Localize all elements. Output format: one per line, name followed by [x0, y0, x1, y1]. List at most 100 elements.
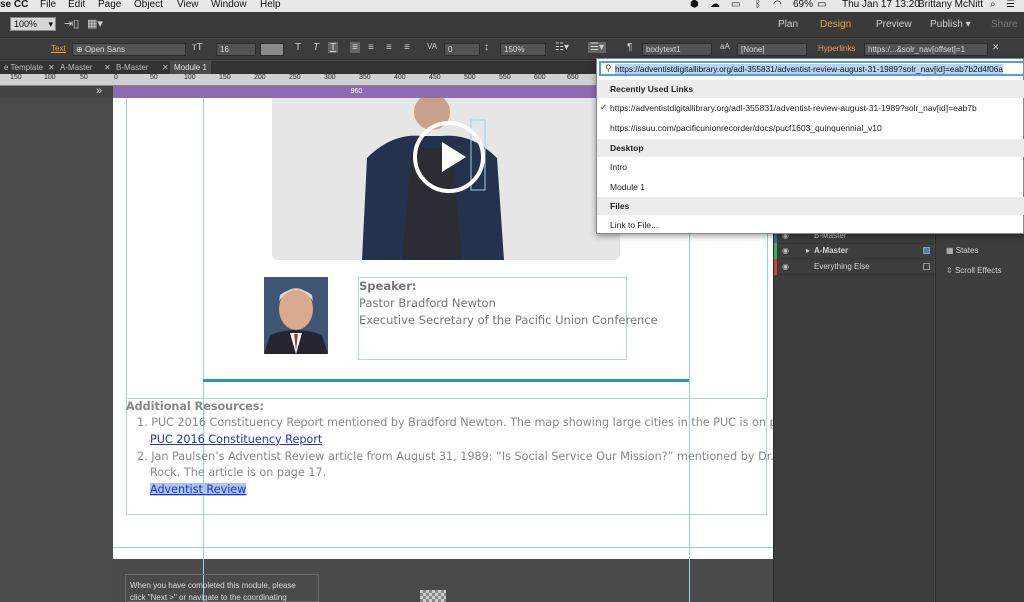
menu-object[interactable]: Object [134, 0, 163, 10]
footer-note-line-1: When you have completed this module, ple… [130, 581, 296, 590]
character-style-select[interactable]: [None] [737, 43, 807, 56]
layer-row-a-master[interactable]: ◉ ▸ A-Master [774, 243, 935, 259]
align-left-icon[interactable]: ≡ [350, 42, 360, 53]
tab-b-master[interactable]: B-Master [112, 61, 152, 74]
justify-icon[interactable]: ≡ [404, 42, 410, 53]
app-name[interactable]: se CC [0, 0, 28, 10]
italic-icon[interactable]: T [313, 42, 319, 53]
cloud-icon[interactable]: ☁ [710, 0, 720, 10]
system-menu-bar: se CC File Edit Page Object View Window … [0, 0, 1024, 12]
menu-view[interactable]: View [177, 0, 199, 10]
bluetooth-icon[interactable]: ᛒ [755, 0, 761, 10]
mode-design[interactable]: Design [820, 19, 851, 30]
desktop-link-intro[interactable]: Intro [610, 162, 627, 172]
ruler-tick: 350 [359, 74, 371, 81]
tab-template[interactable]: e Template [0, 61, 47, 74]
resource-link-1[interactable]: PUC 2016 Constituency Report [150, 433, 322, 446]
text-control-bar: Text ⊕ Open Sans ᴛT 16 T T T ≡ ≡ ≡ ≡ VA … [0, 39, 1024, 60]
font-family-select[interactable]: ⊕ Open Sans [72, 43, 186, 56]
menu-edit[interactable]: Edit [68, 0, 85, 10]
align-center-icon[interactable]: ≡ [368, 42, 374, 53]
checkmark-icon: ✓ [600, 102, 608, 112]
text-color-swatch[interactable] [260, 43, 284, 56]
double-chevron-icon[interactable]: » [96, 85, 102, 97]
user-name[interactable]: Brittany McNitt [918, 0, 983, 10]
clock[interactable]: Thu Jan 17 13:20 [842, 0, 920, 10]
battery-percent[interactable]: 69% [793, 0, 813, 10]
layer-row-everything-else[interactable]: ◉ Everything Else [774, 259, 935, 275]
bold-icon[interactable]: T [295, 42, 301, 53]
page-transfer-icon[interactable]: ⇥▯ [64, 17, 79, 30]
menu-file[interactable]: File [40, 0, 56, 10]
layer-target-box[interactable] [923, 247, 930, 254]
horizontal-ruler[interactable]: 150 100 50 0 50 100 150 200 250 300 350 … [0, 74, 600, 86]
leading-value: 150% [504, 45, 525, 54]
layer-target-box[interactable] [923, 263, 930, 270]
layers-panel: ◉ B-Master ◉ ▸ A-Master ◉ Everything Els… [773, 228, 935, 602]
layer-color [774, 243, 777, 259]
tab-a-master[interactable]: A-Master [56, 61, 96, 74]
airplay-icon[interactable]: ▭ [731, 0, 740, 10]
hyperlinks-label[interactable]: Hyperlinks [818, 44, 855, 53]
ruler-tick: 500 [464, 74, 476, 81]
expand-arrow-icon[interactable]: ▸ [806, 246, 810, 255]
tracking-field[interactable]: 0 [444, 43, 480, 56]
mode-publish[interactable]: Publish ▾ [930, 19, 971, 30]
scroll-effects-tab[interactable]: ⇳ Scroll Effects [946, 266, 1001, 275]
recent-link-2[interactable]: https://issuu.com/pacificunionrecorder/d… [610, 123, 882, 133]
hyperlink-select[interactable]: https:/...&solr_nav[offset]=1 [864, 43, 988, 56]
indent-icon[interactable]: ☷▾ [555, 42, 569, 53]
list-icon[interactable]: ☰▾ [588, 42, 606, 53]
resource-item-1: 1. PUC 2016 Constituency Report mentione… [137, 416, 812, 429]
link-to-file[interactable]: Link to File... [610, 220, 658, 230]
eye-icon[interactable]: ◉ [782, 246, 789, 255]
hyperlink-url-value[interactable]: https://adventistdigitallibrary.org/adl-… [615, 64, 1003, 74]
leading-field[interactable]: 150% [500, 43, 546, 56]
menu-page[interactable]: Page [98, 0, 121, 10]
desktop-link-module-1[interactable]: Module 1 [610, 182, 645, 192]
guide-line [203, 98, 204, 602]
character-style-value: [None] [741, 45, 765, 54]
recent-link-1[interactable]: https://adventistdigitallibrary.org/adl-… [610, 103, 977, 113]
layout-menu-icon[interactable]: ▦▾ [87, 17, 103, 30]
placeholder-image[interactable] [420, 590, 446, 602]
states-tab[interactable]: ▦ States [946, 246, 978, 255]
mode-plan[interactable]: Plan [778, 19, 798, 30]
paragraph-style-value: bodytext1 [646, 45, 681, 54]
mode-preview[interactable]: Preview [876, 19, 912, 30]
footer-note-frame[interactable]: When you have completed this module, ple… [125, 574, 319, 602]
hyperlink-url-input[interactable]: ⚲ https://adventistdigitallibrary.org/ad… [599, 61, 1024, 76]
zoom-value: 100% [14, 19, 38, 29]
spotlight-icon[interactable]: ⌕ [990, 0, 996, 10]
mode-share[interactable]: Share [991, 19, 1018, 30]
clear-link-icon[interactable]: ✕ [992, 42, 1000, 53]
page-width-indicator[interactable]: 960 [113, 86, 600, 98]
ruler-tick: 100 [184, 74, 196, 81]
portrait-image [264, 277, 328, 354]
menu-list-icon[interactable]: ☰ [1006, 0, 1015, 10]
align-right-icon[interactable]: ≡ [386, 42, 392, 53]
battery-icon[interactable]: ▭ [817, 0, 826, 10]
menu-help[interactable]: Help [260, 0, 281, 10]
menu-window[interactable]: Window [211, 0, 247, 10]
text-label[interactable]: Text [51, 44, 66, 53]
zoom-select[interactable]: 100% ▾ [10, 17, 56, 31]
ruler-tick: 200 [254, 74, 266, 81]
paragraph-style-select[interactable]: bodytext1 [642, 43, 712, 56]
play-button[interactable] [413, 121, 485, 193]
resource-link-2[interactable]: Adventist Review [150, 483, 247, 496]
font-family-value: Open Sans [84, 45, 125, 54]
wifi-icon[interactable]: ◠ [773, 0, 782, 10]
speaker-photo[interactable] [264, 277, 328, 354]
tab-module-1[interactable]: Module 1 [170, 61, 211, 74]
divider-line [203, 379, 689, 382]
font-size-select[interactable]: 16 [216, 43, 256, 56]
eye-icon[interactable]: ◉ [782, 262, 789, 271]
desktop-heading: Desktop [597, 139, 1024, 157]
hyperlink-dropdown[interactable]: ⚲ https://adventistdigitallibrary.org/ad… [596, 58, 1024, 234]
ruler-tick: 450 [429, 74, 441, 81]
dropbox-icon[interactable]: ⬢ [690, 0, 699, 10]
underline-icon[interactable]: T [328, 42, 339, 53]
speaker-heading: Speaker: [359, 279, 417, 293]
ruler-tick: 400 [394, 74, 406, 81]
